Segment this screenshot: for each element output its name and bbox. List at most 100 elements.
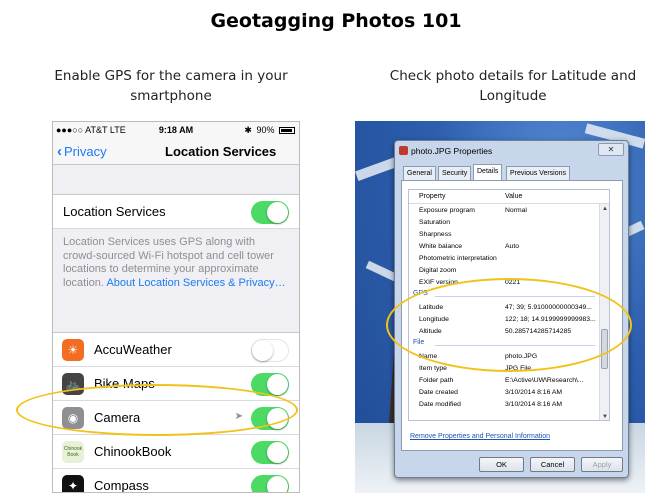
table-row[interactable]: Altitude 50.285714285714285 bbox=[409, 326, 609, 338]
battery-indicator: ✱ 90% bbox=[244, 122, 295, 139]
table-row[interactable]: Sharpness bbox=[409, 229, 609, 241]
dialog-title: photo.JPG Properties bbox=[411, 146, 493, 156]
battery-percent: 90% bbox=[256, 125, 275, 135]
tab-general[interactable]: General bbox=[403, 166, 436, 180]
property-value: 3/10/2014 8:16 AM bbox=[505, 401, 563, 408]
app-name: AccuWeather bbox=[94, 342, 172, 357]
table-row[interactable]: Exposure program Normal bbox=[409, 205, 609, 217]
cancel-button[interactable]: Cancel bbox=[530, 457, 575, 472]
back-label: Privacy bbox=[64, 144, 107, 159]
table-row[interactable]: Latitude 47; 39; 5.91000000000349... bbox=[409, 302, 609, 314]
property-value: photo.JPG bbox=[505, 353, 538, 360]
property-value: 0221 bbox=[505, 279, 521, 286]
jpg-file-icon bbox=[399, 146, 408, 155]
table-row[interactable]: Longitude 122; 18; 14.9199999999983... bbox=[409, 314, 609, 326]
ok-button[interactable]: OK bbox=[479, 457, 524, 472]
chevron-left-icon: ‹ bbox=[57, 143, 62, 160]
table-row[interactable]: Item type JPG File bbox=[409, 363, 609, 375]
battery-icon bbox=[279, 127, 295, 135]
left-caption: Enable GPS for the camera in your smartp… bbox=[54, 68, 288, 104]
bike-icon: 🚲 bbox=[62, 373, 84, 395]
gps-group-header: GPS bbox=[413, 290, 603, 297]
property-key: Digital zoom bbox=[419, 267, 457, 274]
scroll-up-icon[interactable]: ▲ bbox=[602, 206, 608, 212]
table-row[interactable]: Photometric interpretation bbox=[409, 253, 609, 265]
app-row-accuweather[interactable]: ☀ AccuWeather bbox=[53, 333, 299, 367]
property-key: Longitude bbox=[419, 316, 449, 323]
tab-details[interactable]: Details bbox=[473, 164, 503, 180]
property-key: Name bbox=[419, 353, 438, 360]
bike-maps-toggle[interactable] bbox=[251, 373, 289, 396]
vertical-scrollbar[interactable]: ▲ ▼ bbox=[599, 204, 609, 420]
location-services-label: Location Services bbox=[63, 204, 166, 219]
scroll-thumb[interactable] bbox=[601, 329, 608, 369]
property-value: E:\Active\UW\Research\... bbox=[505, 377, 584, 384]
table-row[interactable]: Date modified 3/10/2014 8:16 AM bbox=[409, 399, 609, 411]
camera-toggle[interactable] bbox=[251, 407, 289, 430]
app-row-compass[interactable]: ✦ Compass bbox=[53, 469, 299, 493]
column-value[interactable]: Value bbox=[505, 190, 522, 204]
table-row[interactable]: EXIF version 0221 bbox=[409, 277, 609, 289]
scroll-down-icon[interactable]: ▼ bbox=[602, 414, 608, 420]
property-list[interactable]: Property Value Exposure program Normal Sa… bbox=[408, 189, 610, 421]
property-key: Altitude bbox=[419, 328, 442, 335]
file-group-header: File bbox=[413, 339, 603, 346]
table-row[interactable]: White balance Auto bbox=[409, 241, 609, 253]
app-name: Bike Maps bbox=[94, 376, 155, 391]
chinookbook-toggle[interactable] bbox=[251, 441, 289, 464]
tab-security[interactable]: Security bbox=[438, 166, 472, 180]
bluetooth-icon: ✱ bbox=[244, 125, 252, 135]
property-key: White balance bbox=[419, 243, 463, 250]
right-caption: Check photo details for Latitude and Lon… bbox=[389, 68, 637, 104]
table-row[interactable]: Folder path E:\Active\UW\Research\... bbox=[409, 375, 609, 387]
location-description: Location Services uses GPS along with cr… bbox=[63, 236, 291, 290]
property-key: Date created bbox=[419, 389, 458, 396]
close-button[interactable]: ✕ bbox=[598, 143, 624, 156]
camera-icon: ◉ bbox=[62, 407, 84, 429]
app-row-camera[interactable]: ◉ Camera ➤ bbox=[53, 401, 299, 435]
table-row[interactable]: Saturation bbox=[409, 217, 609, 229]
app-name: Camera bbox=[94, 410, 141, 425]
property-value: Auto bbox=[505, 243, 519, 250]
property-key: Photometric interpretation bbox=[419, 255, 497, 262]
remove-properties-link[interactable]: Remove Properties and Personal Informati… bbox=[410, 433, 550, 440]
list-header: Property Value bbox=[409, 190, 609, 204]
app-row-bike-maps[interactable]: 🚲 Bike Maps bbox=[53, 367, 299, 401]
property-value: JPG File bbox=[505, 365, 532, 372]
nav-title: Location Services bbox=[165, 144, 277, 159]
slide-title: Geotagging Photos 101 bbox=[210, 10, 462, 32]
iphone-screenshot: ●●●○○ AT&T LTE 9:18 AM ✱ 90% ‹ Privacy Lo… bbox=[52, 121, 300, 493]
property-key: Saturation bbox=[419, 219, 450, 226]
property-value: Normal bbox=[505, 207, 527, 214]
table-row[interactable]: Date created 3/10/2014 8:16 AM bbox=[409, 387, 609, 399]
details-panel: Property Value Exposure program Normal Sa… bbox=[401, 180, 623, 451]
status-bar: ●●●○○ AT&T LTE 9:18 AM ✱ 90% bbox=[53, 122, 299, 139]
property-key: Folder path bbox=[419, 377, 454, 384]
property-value: 3/10/2014 8:16 AM bbox=[505, 389, 563, 396]
app-name: Compass bbox=[94, 478, 149, 493]
compass-toggle[interactable] bbox=[251, 475, 289, 492]
sun-icon: ☀ bbox=[62, 339, 84, 361]
property-key: Latitude bbox=[419, 304, 444, 311]
apply-button[interactable]: Apply bbox=[581, 457, 623, 472]
location-arrow-icon: ➤ bbox=[234, 411, 243, 422]
location-services-row[interactable]: Location Services bbox=[53, 195, 299, 229]
property-key: Exposure program bbox=[419, 207, 475, 214]
location-services-toggle[interactable] bbox=[251, 201, 289, 224]
tab-previous-versions[interactable]: Previous Versions bbox=[506, 166, 571, 180]
property-key: EXIF version bbox=[419, 279, 458, 286]
chinookbook-icon: Chinook Book bbox=[62, 441, 84, 463]
back-button[interactable]: ‹ Privacy bbox=[57, 143, 107, 160]
privacy-link[interactable]: About Location Services & Privacy… bbox=[106, 277, 285, 289]
compass-icon: ✦ bbox=[62, 475, 84, 492]
app-row-chinookbook[interactable]: Chinook Book ChinookBook bbox=[53, 435, 299, 469]
column-property[interactable]: Property bbox=[419, 190, 445, 204]
nav-bar: ‹ Privacy Location Services bbox=[53, 139, 299, 165]
table-row[interactable]: Name photo.JPG bbox=[409, 351, 609, 363]
properties-dialog: photo.JPG Properties ✕ General Security … bbox=[394, 140, 629, 478]
table-row[interactable]: Digital zoom bbox=[409, 265, 609, 277]
accuweather-toggle[interactable] bbox=[251, 339, 289, 362]
property-value: 47; 39; 5.91000000000349... bbox=[505, 304, 592, 311]
property-key: Item type bbox=[419, 365, 447, 372]
property-value: 50.285714285714285 bbox=[505, 328, 572, 335]
